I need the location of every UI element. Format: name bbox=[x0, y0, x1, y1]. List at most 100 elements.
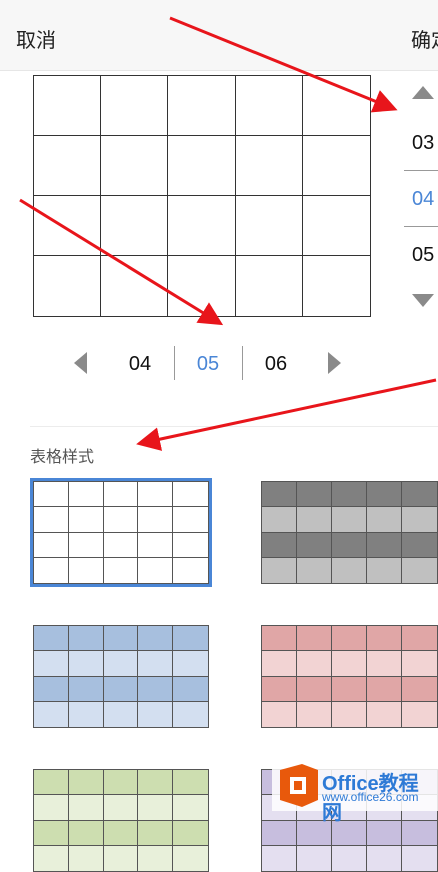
style-tile-cell bbox=[173, 820, 208, 846]
style-tile-cell bbox=[402, 676, 437, 702]
style-tile-cell bbox=[103, 532, 139, 558]
style-tile-cell bbox=[173, 845, 208, 871]
style-tile-cell bbox=[103, 626, 139, 652]
column-option-left[interactable]: 04 bbox=[120, 353, 160, 376]
watermark-url: www.office26.com bbox=[322, 790, 419, 804]
style-tile-green[interactable] bbox=[33, 769, 209, 872]
style-tile-cell bbox=[297, 507, 332, 533]
style-tile-cell bbox=[262, 651, 297, 677]
column-option-right[interactable]: 06 bbox=[256, 353, 296, 376]
style-tile-cell bbox=[402, 507, 437, 533]
style-tile-cell bbox=[173, 770, 208, 796]
style-tile-cell bbox=[103, 482, 139, 508]
table-style-section-title: 表格样式 bbox=[30, 449, 95, 466]
style-tile-cell bbox=[138, 701, 174, 727]
style-tile-cell bbox=[402, 651, 437, 677]
style-tile-cell bbox=[138, 795, 174, 821]
style-tile-cell bbox=[103, 676, 139, 702]
confirm-button[interactable]: 确定 bbox=[411, 24, 438, 53]
style-tile-cell bbox=[262, 507, 297, 533]
style-tile-cell bbox=[332, 651, 367, 677]
column-picker-divider-left bbox=[174, 346, 175, 380]
style-tile-cell bbox=[173, 701, 208, 727]
section-divider bbox=[30, 426, 438, 427]
style-tile-cell bbox=[34, 845, 69, 871]
style-tile-cell bbox=[68, 651, 104, 677]
style-tile-cell bbox=[138, 676, 174, 702]
cancel-button[interactable]: 取消 bbox=[16, 24, 56, 53]
style-tile-cell bbox=[103, 795, 139, 821]
style-tile-cell bbox=[262, 701, 297, 727]
style-tile-red[interactable] bbox=[261, 625, 438, 728]
style-tile-cell bbox=[68, 845, 104, 871]
style-tile-cell bbox=[262, 532, 297, 558]
style-tile-cell bbox=[138, 820, 174, 846]
style-tile-cell bbox=[402, 626, 437, 652]
style-tile-cell bbox=[332, 676, 367, 702]
style-tile-cell bbox=[297, 676, 332, 702]
style-tile-cell bbox=[68, 557, 104, 583]
column-option-selected[interactable]: 05 bbox=[188, 353, 228, 376]
style-tile-cell bbox=[34, 676, 69, 702]
style-tile-cell bbox=[138, 651, 174, 677]
style-tile-cell bbox=[68, 820, 104, 846]
style-tile-cell bbox=[297, 557, 332, 583]
style-tile-cell bbox=[138, 507, 174, 533]
style-tile-cell bbox=[297, 626, 332, 652]
style-tile-cell bbox=[103, 820, 139, 846]
style-tile-cell bbox=[297, 845, 332, 871]
row-decrease-arrow-icon[interactable] bbox=[412, 294, 434, 307]
style-tile-cell bbox=[297, 482, 332, 508]
style-tile-gray[interactable] bbox=[261, 481, 438, 584]
style-tile-cell bbox=[297, 651, 332, 677]
style-tile-cell bbox=[367, 845, 402, 871]
style-tile-cell bbox=[332, 701, 367, 727]
style-tile-cell bbox=[332, 557, 367, 583]
style-tile-cell bbox=[138, 532, 174, 558]
style-tile-cell bbox=[138, 770, 174, 796]
style-tile-cell bbox=[173, 626, 208, 652]
style-tile-cell bbox=[367, 532, 402, 558]
column-decrease-arrow-icon[interactable] bbox=[74, 352, 87, 374]
style-tile-cell bbox=[262, 557, 297, 583]
style-tile-cell bbox=[402, 845, 437, 871]
style-tile-cell bbox=[68, 482, 104, 508]
style-tile-cell bbox=[103, 557, 139, 583]
style-tile-cell bbox=[262, 820, 297, 846]
row-option-below[interactable]: 05 bbox=[412, 244, 434, 267]
style-tile-cell bbox=[402, 532, 437, 558]
row-increase-arrow-icon[interactable] bbox=[412, 86, 434, 99]
style-tile-cell bbox=[173, 795, 208, 821]
style-tile-blue[interactable] bbox=[33, 625, 209, 728]
style-tile-cell bbox=[402, 482, 437, 508]
style-tile-cell bbox=[173, 532, 208, 558]
style-tile-cell bbox=[103, 770, 139, 796]
style-tile-cell bbox=[34, 557, 69, 583]
style-tile-plain[interactable] bbox=[30, 478, 212, 587]
style-tile-cell bbox=[332, 845, 367, 871]
style-tile-cell bbox=[173, 482, 208, 508]
style-tile-cell bbox=[34, 795, 69, 821]
row-option-selected[interactable]: 04 bbox=[412, 188, 434, 211]
style-tile-cell bbox=[367, 507, 402, 533]
style-tile-cell bbox=[34, 626, 69, 652]
row-option-above[interactable]: 03 bbox=[412, 132, 434, 155]
style-tile-cell bbox=[103, 651, 139, 677]
style-tile-cell bbox=[68, 701, 104, 727]
style-tile-cell bbox=[332, 626, 367, 652]
style-tile-cell bbox=[138, 845, 174, 871]
column-increase-arrow-icon[interactable] bbox=[328, 352, 341, 374]
style-tile-cell bbox=[332, 532, 367, 558]
style-tile-cell bbox=[173, 557, 208, 583]
style-tile-cell bbox=[262, 676, 297, 702]
table-preview-grid bbox=[33, 75, 371, 317]
style-tile-cell bbox=[367, 482, 402, 508]
style-tile-cell bbox=[34, 532, 69, 558]
style-tile-cell bbox=[103, 701, 139, 727]
style-tile-cell bbox=[367, 701, 402, 727]
style-tile-cell bbox=[402, 557, 437, 583]
style-tile-cell bbox=[173, 507, 208, 533]
style-tile-cell bbox=[138, 557, 174, 583]
arrow-to-table-style bbox=[136, 378, 437, 451]
style-tile-cell bbox=[34, 770, 69, 796]
